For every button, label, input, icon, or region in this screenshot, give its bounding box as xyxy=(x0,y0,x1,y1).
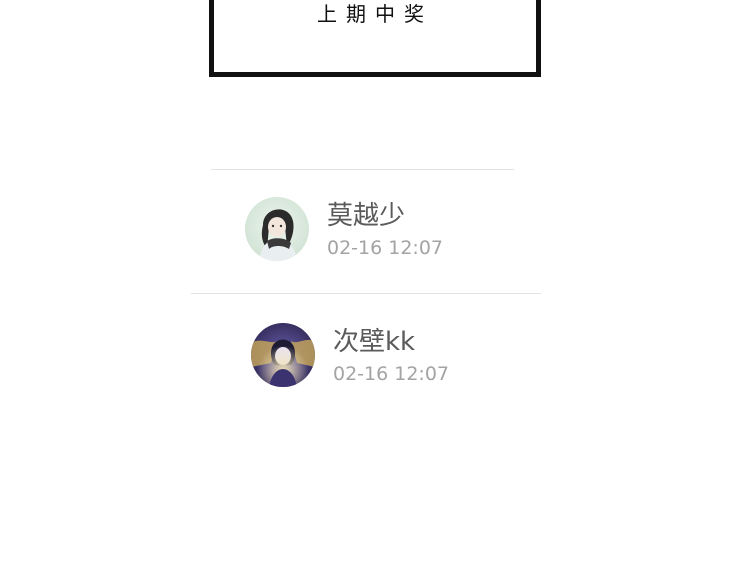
avatar[interactable] xyxy=(245,197,309,261)
win-timestamp: 02-16 12:07 xyxy=(333,363,450,385)
winner-name: 莫越少 xyxy=(327,201,406,231)
banner-title: 上期中奖 xyxy=(317,2,433,26)
winner-name: 次壁kk xyxy=(333,327,416,357)
avatar[interactable] xyxy=(251,323,315,387)
win-timestamp: 02-16 12:07 xyxy=(327,237,444,259)
anime-character-avatar-icon xyxy=(245,197,309,261)
last-period-winners-banner: 上期中奖 xyxy=(209,0,541,77)
anime-character-avatar-icon xyxy=(251,323,315,387)
list-divider xyxy=(211,169,514,170)
list-divider xyxy=(191,293,541,294)
